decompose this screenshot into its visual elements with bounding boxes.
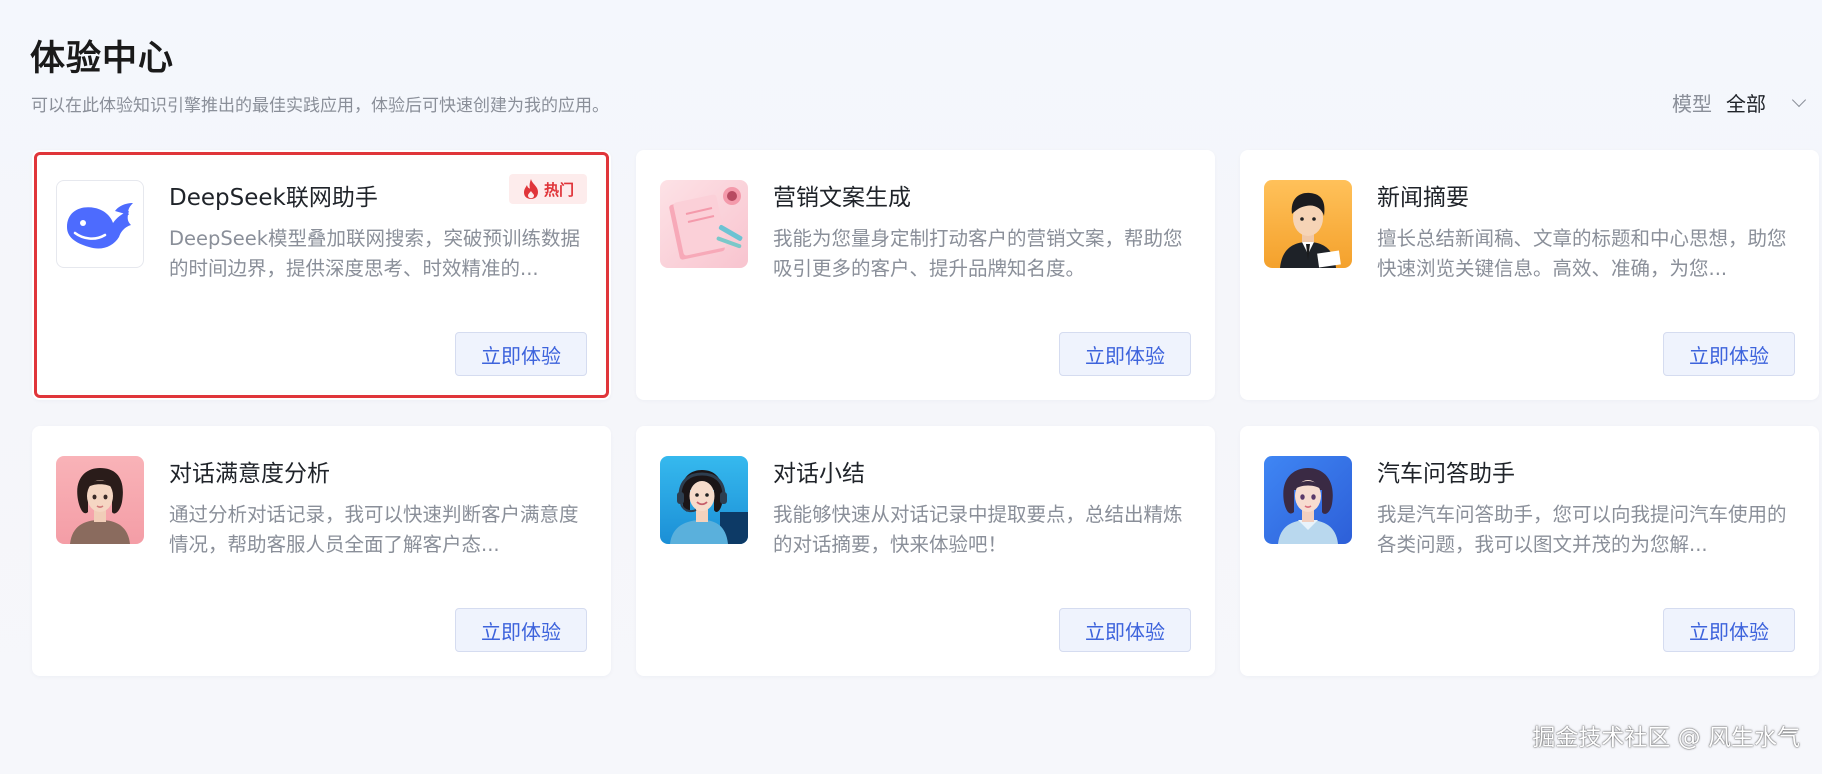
app-card-deepseek[interactable]: DeepSeek联网助手 热门 DeepSeek模型叠加联网搜索，突破预训练数据… bbox=[32, 150, 611, 400]
page-subtitle: 可以在此体验知识引擎推出的最佳实践应用，体验后可快速创建为我的应用。 bbox=[31, 96, 609, 116]
card-title: 新闻摘要 bbox=[1377, 185, 1469, 211]
hot-badge-label: 热门 bbox=[543, 180, 574, 199]
headset-agent-avatar bbox=[660, 456, 748, 544]
card-description: DeepSeek模型叠加联网搜索，突破预训练数据的时间边界，提供深度思考、时效精… bbox=[169, 227, 581, 280]
fire-icon bbox=[523, 179, 538, 199]
pink-notebook-illustration bbox=[660, 180, 748, 268]
card-title: 汽车问答助手 bbox=[1377, 461, 1515, 487]
try-now-button[interactable]: 立即体验 bbox=[455, 332, 587, 376]
model-filter-label: 模型 bbox=[1672, 92, 1712, 116]
card-description: 我能够快速从对话记录中提取要点，总结出精炼的对话摘要，快来体验吧！ bbox=[773, 503, 1183, 556]
watermark: 掘金技术社区 @ 风生水气 bbox=[1532, 725, 1800, 751]
girl-blue-background-avatar bbox=[1264, 456, 1352, 544]
card-title: 对话小结 bbox=[773, 461, 865, 487]
card-description: 我是汽车问答助手，您可以向我提问汽车使用的各类问题，我可以图文并茂的为您解... bbox=[1377, 503, 1787, 556]
woman-portrait-avatar bbox=[56, 456, 144, 544]
app-card-news-summary[interactable]: 新闻摘要 擅长总结新闻稿、文章的标题和中心思想，助您快速浏览关键信息。高效、准确… bbox=[1240, 150, 1819, 400]
try-now-button[interactable]: 立即体验 bbox=[1059, 608, 1191, 652]
try-now-button[interactable]: 立即体验 bbox=[1059, 332, 1191, 376]
app-card-satisfaction-analysis[interactable]: 对话满意度分析 通过分析对话记录，我可以快速判断客户满意度情况，帮助客服人员全面… bbox=[32, 426, 611, 676]
app-card-car-qa[interactable]: 汽车问答助手 我是汽车问答助手，您可以向我提问汽车使用的各类问题，我可以图文并茂… bbox=[1240, 426, 1819, 676]
try-now-button[interactable]: 立即体验 bbox=[1663, 608, 1795, 652]
deepseek-whale-logo bbox=[56, 180, 144, 268]
app-card-marketing-copy[interactable]: 营销文案生成 我能为您量身定制打动客户的营销文案，帮助您吸引更多的客户、提升品牌… bbox=[636, 150, 1215, 400]
card-description: 擅长总结新闻稿、文章的标题和中心思想，助您快速浏览关键信息。高效、准确，为您..… bbox=[1377, 227, 1787, 280]
page-title: 体验中心 bbox=[30, 39, 175, 79]
card-description: 我能为您量身定制打动客户的营销文案，帮助您吸引更多的客户、提升品牌知名度。 bbox=[773, 227, 1183, 280]
model-filter[interactable]: 模型 全部 bbox=[1672, 88, 1807, 117]
card-description: 通过分析对话记录，我可以快速判断客户满意度情况，帮助客服人员全面了解客户态... bbox=[169, 503, 579, 556]
try-now-button[interactable]: 立即体验 bbox=[1663, 332, 1795, 376]
hot-badge: 热门 bbox=[509, 174, 587, 204]
app-card-grid: DeepSeek联网助手 热门 DeepSeek模型叠加联网搜索，突破预训练数据… bbox=[32, 150, 1819, 676]
try-now-button[interactable]: 立即体验 bbox=[455, 608, 587, 652]
card-title: 营销文案生成 bbox=[773, 185, 911, 211]
model-filter-value[interactable]: 全部 bbox=[1726, 88, 1766, 117]
card-title: DeepSeek联网助手 bbox=[169, 185, 378, 211]
app-card-dialogue-summary[interactable]: 对话小结 我能够快速从对话记录中提取要点，总结出精炼的对话摘要，快来体验吧！ 立… bbox=[636, 426, 1215, 676]
anchorman-avatar bbox=[1264, 180, 1352, 268]
card-title: 对话满意度分析 bbox=[169, 461, 330, 487]
chevron-down-icon[interactable] bbox=[1791, 92, 1807, 107]
